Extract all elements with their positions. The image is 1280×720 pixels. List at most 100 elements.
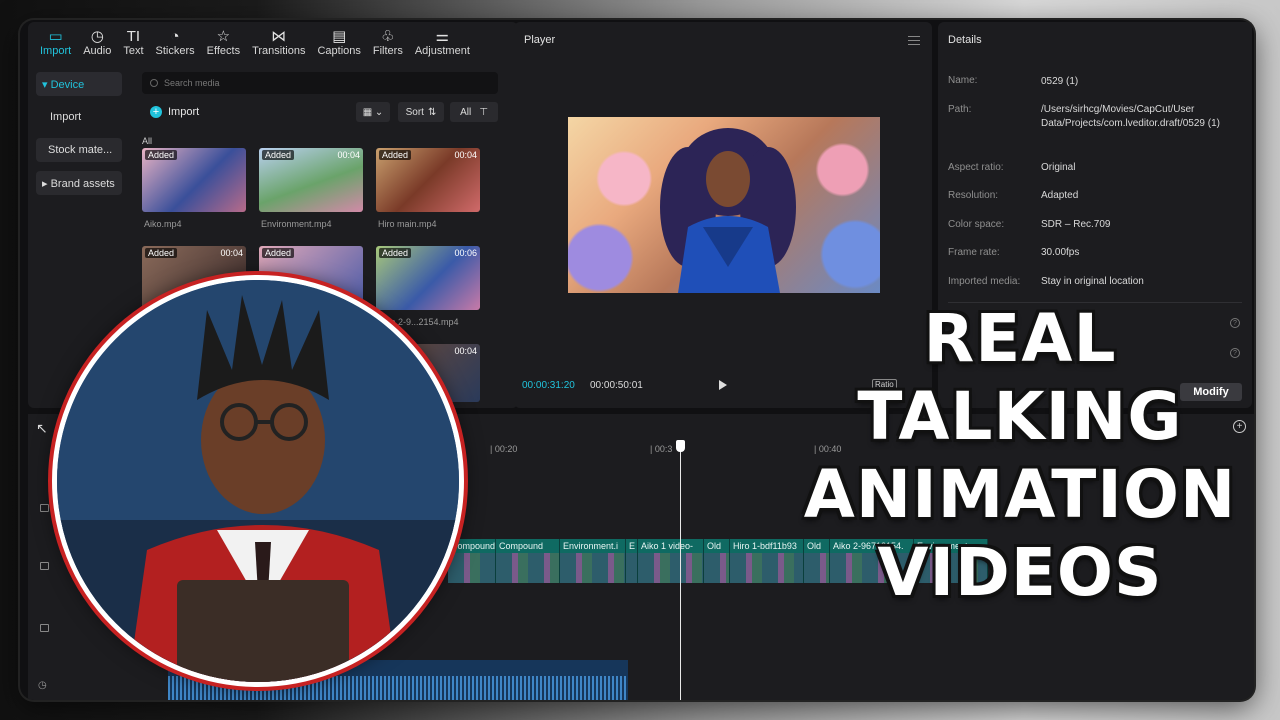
video-preview: [568, 117, 880, 293]
import-icon: ▭: [48, 27, 63, 45]
tab-import[interactable]: ▭ Import: [34, 22, 77, 62]
title-line: REAL: [923, 300, 1117, 377]
tab-captions[interactable]: ▤ Captions: [311, 22, 366, 62]
tab-label: Filters: [372, 44, 403, 57]
media-toolbar: ▭ Import ◷ Audio TI Text ◔ Stickers ☆ Effects…: [28, 22, 518, 62]
detail-label-color-space: Color space:: [948, 219, 1005, 230]
search-input[interactable]: Search media: [142, 72, 498, 94]
sidebar-item-brand-assets[interactable]: ▸ Brand assets: [36, 171, 122, 195]
details-title: Details: [948, 34, 982, 46]
tab-text[interactable]: TI Text: [117, 22, 149, 62]
clip-label: Compound: [448, 539, 495, 553]
section-label: All: [142, 136, 153, 146]
captions-icon: ▤: [332, 27, 347, 45]
tab-filters[interactable]: ♧ Filters: [367, 22, 409, 62]
added-badge: Added: [145, 150, 178, 160]
tab-label: Transitions: [252, 44, 306, 57]
track-video-icon[interactable]: [40, 504, 49, 512]
clip[interactable]: Environment.i: [560, 539, 626, 583]
clip[interactable]: Compound: [448, 539, 496, 583]
tab-label: Audio: [83, 44, 112, 57]
detail-value-aspect: Original: [1041, 162, 1076, 173]
tab-adjustment[interactable]: ⚌ Adjustment: [409, 22, 476, 62]
detail-label-path: Path:: [948, 104, 972, 115]
added-badge: Added: [262, 150, 295, 160]
tab-label: Stickers: [155, 44, 195, 57]
tab-transitions[interactable]: ⋈ Transitions: [246, 22, 311, 62]
duration-label: 00:04: [454, 346, 477, 356]
detail-label-aspect: Aspect ratio:: [948, 162, 1004, 173]
audio-icon: ◷: [90, 27, 104, 45]
sidebar-item-stock-material[interactable]: Stock mate...: [36, 138, 122, 162]
cursor-tool-icon[interactable]: ↖: [36, 420, 48, 437]
import-button-label: Import: [168, 106, 200, 118]
tab-label: Text: [123, 44, 144, 57]
filters-icon: ♧: [381, 27, 395, 45]
clip[interactable]: Compound: [496, 539, 560, 583]
duration-label: 00:04: [454, 150, 477, 160]
media-thumb-aiko-2[interactable]: Added 00:06: [376, 246, 480, 310]
plus-icon: +: [150, 106, 162, 118]
detail-label-imported: Imported media:: [948, 276, 1021, 287]
play-button[interactable]: [719, 380, 727, 390]
sidebar-item-device[interactable]: ▾ Device: [36, 72, 122, 96]
search-placeholder: Search media: [164, 78, 220, 88]
title-line: VIDEOS: [877, 534, 1163, 611]
track-video-icon[interactable]: [40, 562, 49, 570]
player-title: Player: [524, 34, 556, 46]
ruler-tick: | 00:20: [490, 444, 518, 454]
detail-value-name: 0529 (1): [1041, 76, 1079, 87]
import-button[interactable]: + Import: [142, 102, 199, 122]
audio-track-icon[interactable]: ◷: [38, 680, 47, 691]
presenter-avatar: [52, 275, 464, 687]
tab-effects[interactable]: ☆ Effects: [201, 22, 246, 62]
playhead[interactable]: [676, 440, 685, 700]
detail-value-resolution: Adapted: [1041, 190, 1079, 201]
tab-label: Captions: [317, 44, 361, 57]
detail-value-path: /Users/sirhcg/Movies/CapCut/User Data/Pr…: [1041, 104, 1220, 129]
sidebar-item-import[interactable]: Import: [36, 105, 122, 129]
sort-button[interactable]: Sort ⇅: [398, 102, 444, 122]
track-video-icon[interactable]: [40, 624, 49, 632]
tab-label: Import: [40, 44, 72, 57]
view-toggle-button[interactable]: ▦ ⌄: [356, 102, 390, 122]
clip[interactable]: Aiko 1 video-: [638, 539, 704, 583]
added-badge: Added: [379, 248, 412, 258]
ruler-tick: | 00:3: [650, 444, 673, 454]
detail-label-name: Name:: [948, 75, 978, 86]
detail-value-frame-rate: 30.00fps: [1041, 247, 1080, 258]
media-thumb-hiro-main[interactable]: Added 00:04: [376, 148, 480, 212]
filter-button[interactable]: All ⊤: [450, 102, 498, 122]
current-time: 00:00:31:20: [522, 380, 575, 391]
detail-label-resolution: Resolution:: [948, 190, 999, 201]
search-icon: [150, 79, 158, 87]
added-badge: Added: [145, 248, 178, 258]
media-thumb-aiko[interactable]: Added: [142, 148, 246, 212]
clip-label: E: [626, 539, 637, 553]
media-name: Aiko 2-9...2154.mp4: [378, 317, 459, 327]
clip[interactable]: Old: [704, 539, 730, 583]
tab-audio[interactable]: ◷ Audio: [77, 22, 117, 62]
title-line: ANIMATION: [803, 456, 1237, 533]
detail-value-imported: Stay in original location: [1041, 276, 1144, 287]
clip[interactable]: E: [626, 539, 638, 583]
presenter-illustration: [57, 280, 459, 682]
transitions-icon: ⋈: [271, 27, 287, 45]
clip-label: Old: [704, 539, 729, 553]
detail-label-frame-rate: Frame rate:: [948, 247, 1000, 258]
menu-icon[interactable]: [908, 36, 920, 45]
clip-label: Compound: [496, 539, 559, 553]
total-time: 00:00:50:01: [590, 380, 643, 391]
character-illustration: [660, 128, 796, 293]
duration-label: 00:04: [337, 150, 360, 160]
tab-label: Effects: [206, 44, 241, 57]
duration-label: 00:06: [454, 248, 477, 258]
filter-label: All: [460, 106, 472, 118]
media-sidebar: ▾ Device Import Stock mate... ▸ Brand as…: [36, 72, 122, 204]
clip-label: Aiko 1 video-: [638, 539, 703, 553]
duration-label: 00:04: [220, 248, 243, 258]
stickers-icon: ◔: [170, 27, 180, 45]
added-badge: Added: [379, 150, 412, 160]
tab-stickers[interactable]: ◔ Stickers: [150, 22, 201, 62]
media-thumb-environment[interactable]: Added 00:04: [259, 148, 363, 212]
